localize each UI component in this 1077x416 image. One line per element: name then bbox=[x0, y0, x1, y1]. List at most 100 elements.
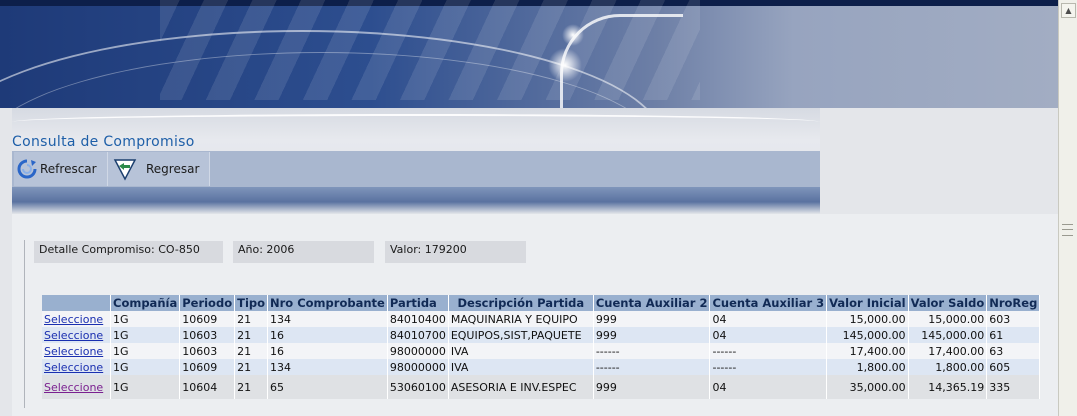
table-cell-valor-saldo: 1,800.00 bbox=[908, 359, 988, 375]
table-cell-link: Seleccione bbox=[42, 359, 111, 375]
refresh-button-label: Refrescar bbox=[40, 162, 97, 176]
table-cell-nro-comprobante: 134 bbox=[267, 359, 388, 375]
table-cell-descripcion: MAQUINARIA Y EQUIPO bbox=[448, 311, 594, 327]
table-row: Seleccione 1G 10604 21 65 53060100 ASESO… bbox=[42, 375, 1041, 399]
back-arrow-icon bbox=[112, 156, 138, 182]
table-cell-valor-inicial: 35,000.00 bbox=[826, 375, 909, 399]
table-cell-tipo: 21 bbox=[234, 311, 269, 327]
table-cell-cuenta-aux2: 999 bbox=[593, 327, 711, 343]
table-cell-cuenta-aux2: ------ bbox=[593, 343, 711, 359]
table-cell-cuenta-aux2: 999 bbox=[593, 375, 711, 399]
table-cell-nro-comprobante: 65 bbox=[267, 375, 388, 399]
column-header-descripcion: Descripción Partida bbox=[448, 295, 594, 311]
table-row: Seleccione 1G 10603 21 16 98000000 IVA -… bbox=[42, 343, 1041, 359]
table-cell-link: Seleccione bbox=[42, 343, 111, 359]
header-banner bbox=[0, 0, 1058, 108]
table-cell-partida: 84010400 bbox=[387, 311, 449, 327]
column-header-periodo: Periodo bbox=[179, 295, 236, 311]
column-header-nroreg: NroReg bbox=[986, 295, 1041, 311]
table-cell-tipo: 21 bbox=[234, 359, 269, 375]
table-row: Seleccione 1G 10609 21 134 98000000 IVA … bbox=[42, 359, 1041, 375]
header-bottom-bar bbox=[12, 187, 820, 214]
table-cell-descripcion: EQUIPOS,SIST,PAQUETE bbox=[448, 327, 594, 343]
table-cell-partida: 98000000 bbox=[387, 343, 449, 359]
table-header-row: Compañía Periodo Tipo Nro Comprobante Pa… bbox=[42, 295, 1041, 311]
commitment-table: Compañía Periodo Tipo Nro Comprobante Pa… bbox=[42, 295, 1041, 399]
table-cell-nroreg: 605 bbox=[986, 359, 1041, 375]
column-header-nro-comprobante: Nro Comprobante bbox=[267, 295, 388, 311]
vertical-scrollbar[interactable]: ▲ bbox=[1058, 0, 1077, 416]
back-button-label: Regresar bbox=[146, 162, 200, 176]
scroll-up-arrow-icon[interactable]: ▲ bbox=[1061, 3, 1076, 18]
table-cell-compania: 1G bbox=[110, 311, 181, 327]
table-cell-link: Seleccione bbox=[42, 375, 111, 399]
table-cell-tipo: 21 bbox=[234, 327, 269, 343]
table-cell-valor-inicial: 17,400.00 bbox=[826, 343, 909, 359]
table-cell-compania: 1G bbox=[110, 327, 181, 343]
banner-glow-small bbox=[562, 24, 584, 46]
table-cell-descripcion: IVA bbox=[448, 343, 594, 359]
column-header-tipo: Tipo bbox=[234, 295, 269, 311]
table-cell-nroreg: 335 bbox=[986, 375, 1041, 399]
content-divider bbox=[24, 240, 25, 408]
table-cell-valor-inicial: 15,000.00 bbox=[826, 311, 909, 327]
column-header-valor-saldo: Valor Saldo bbox=[908, 295, 988, 311]
column-header-valor-inicial: Valor Inicial bbox=[826, 295, 909, 311]
toolbar: Refrescar Regresar bbox=[12, 151, 820, 187]
table-cell-compania: 1G bbox=[110, 359, 181, 375]
table-cell-valor-saldo: 145,000.00 bbox=[908, 327, 988, 343]
table-row: Seleccione 1G 10603 21 16 84010700 EQUIP… bbox=[42, 327, 1041, 343]
table-cell-nroreg: 63 bbox=[986, 343, 1041, 359]
table-cell-nroreg: 61 bbox=[986, 327, 1041, 343]
table-cell-tipo: 21 bbox=[234, 375, 269, 399]
select-row-link[interactable]: Seleccione bbox=[44, 361, 103, 374]
column-header-cuenta-aux3: Cuenta Auxiliar 3 bbox=[709, 295, 828, 311]
detail-compromiso: Detalle Compromiso: CO-850 bbox=[34, 241, 223, 263]
table-cell-periodo: 10609 bbox=[179, 359, 236, 375]
select-row-link[interactable]: Seleccione bbox=[44, 329, 103, 342]
table-row: Seleccione 1G 10609 21 134 84010400 MAQU… bbox=[42, 311, 1041, 327]
table-cell-cuenta-aux2: ------ bbox=[593, 359, 711, 375]
table-cell-nro-comprobante: 134 bbox=[267, 311, 388, 327]
back-button[interactable]: Regresar bbox=[108, 152, 210, 186]
header-swoosh bbox=[12, 114, 820, 130]
column-header-compania: Compañía bbox=[110, 295, 181, 311]
table-cell-valor-inicial: 1,800.00 bbox=[826, 359, 909, 375]
table-cell-periodo: 10603 bbox=[179, 343, 236, 359]
table-cell-partida: 84010700 bbox=[387, 327, 449, 343]
table-cell-cuenta-aux3: ------ bbox=[709, 359, 828, 375]
table-cell-descripcion: IVA bbox=[448, 359, 594, 375]
column-header-select bbox=[42, 295, 111, 311]
table-cell-partida: 98000000 bbox=[387, 359, 449, 375]
table-cell-valor-saldo: 15,000.00 bbox=[908, 311, 988, 327]
table-cell-valor-saldo: 17,400.00 bbox=[908, 343, 988, 359]
table-cell-compania: 1G bbox=[110, 343, 181, 359]
table-cell-valor-saldo: 14,365.19 bbox=[908, 375, 988, 399]
table-cell-descripcion: ASESORIA E INV.ESPEC bbox=[448, 375, 594, 399]
table-cell-nro-comprobante: 16 bbox=[267, 327, 388, 343]
table-cell-link: Seleccione bbox=[42, 327, 111, 343]
column-header-partida: Partida bbox=[387, 295, 449, 311]
detail-anio: Año: 2006 bbox=[233, 241, 374, 263]
select-row-link[interactable]: Seleccione bbox=[44, 345, 103, 358]
table-cell-valor-inicial: 145,000.00 bbox=[826, 327, 909, 343]
table-cell-periodo: 10609 bbox=[179, 311, 236, 327]
table-cell-tipo: 21 bbox=[234, 343, 269, 359]
table-cell-nroreg: 603 bbox=[986, 311, 1041, 327]
page-title: Consulta de Compromiso bbox=[12, 134, 195, 150]
refresh-icon bbox=[14, 156, 40, 182]
select-row-link[interactable]: Seleccione bbox=[44, 313, 103, 326]
table-cell-cuenta-aux2: 999 bbox=[593, 311, 711, 327]
detail-valor: Valor: 179200 bbox=[385, 241, 526, 263]
table-cell-nro-comprobante: 16 bbox=[267, 343, 388, 359]
table-cell-link: Seleccione bbox=[42, 311, 111, 327]
table-cell-cuenta-aux3: 04 bbox=[709, 311, 828, 327]
scroll-thumb-grip[interactable] bbox=[1062, 224, 1073, 236]
table-cell-compania: 1G bbox=[110, 375, 181, 399]
column-header-cuenta-aux2: Cuenta Auxiliar 2 bbox=[593, 295, 711, 311]
refresh-button[interactable]: Refrescar bbox=[14, 152, 108, 186]
table-cell-periodo: 10603 bbox=[179, 327, 236, 343]
table-cell-partida: 53060100 bbox=[387, 375, 449, 399]
table-cell-cuenta-aux3: 04 bbox=[709, 327, 828, 343]
select-row-link[interactable]: Seleccione bbox=[44, 381, 103, 394]
